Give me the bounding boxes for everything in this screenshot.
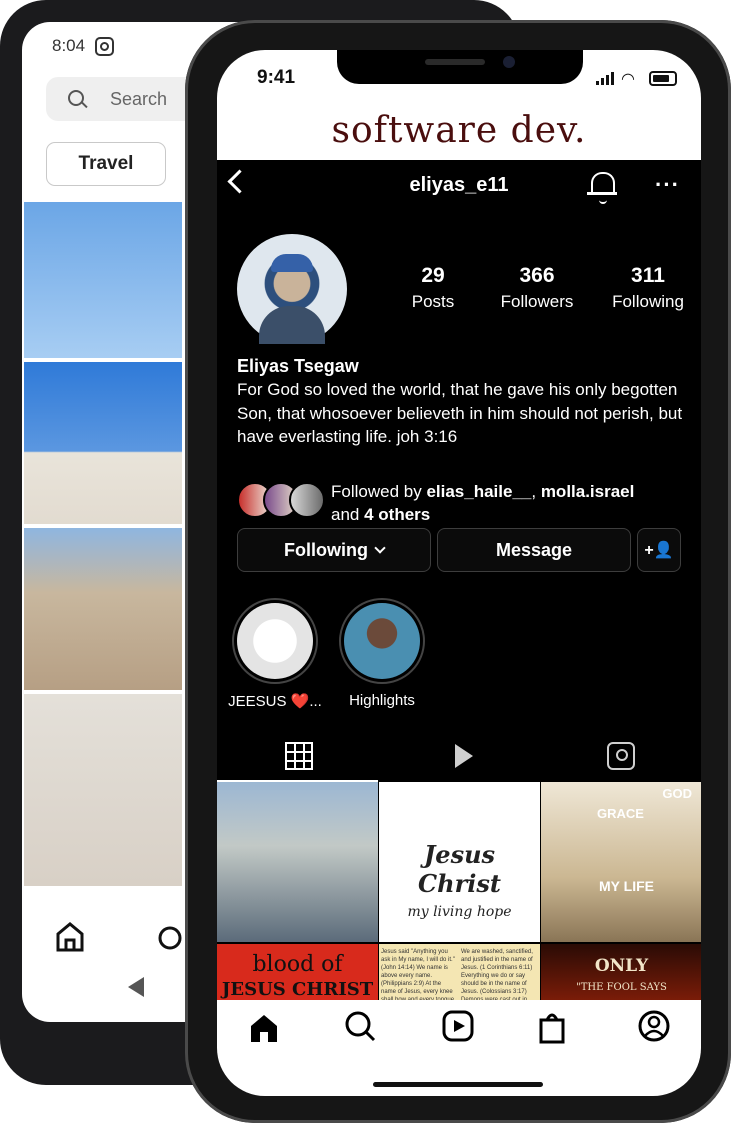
highlight-highlights[interactable]: Highlights (332, 598, 432, 709)
and-text: and (331, 505, 365, 524)
status-time: 9:41 (257, 67, 296, 88)
search-icon (68, 90, 84, 106)
highlight-cover (237, 603, 313, 679)
home-icon (56, 922, 84, 952)
highlight-jeesus[interactable]: JEESUS ❤️... (225, 598, 325, 710)
search-icon (158, 926, 182, 950)
android-back-icon[interactable] (128, 977, 144, 997)
notch (337, 50, 583, 84)
follower-link[interactable]: elias_haile__ (426, 482, 531, 501)
posts-count: 29 (421, 264, 445, 287)
reels-icon[interactable] (449, 742, 477, 770)
post-subtitle: my living hope (407, 904, 512, 920)
followed-by-prefix: Followed by (331, 482, 427, 501)
verse-column: We are washed, sanctified, and justified… (461, 949, 533, 1000)
post-text: ONLY (594, 956, 649, 976)
phone-screen: 9:41 ◠ software dev. eliyas_e11 ··· 29 P… (217, 50, 701, 1096)
profile-header: eliyas_e11 ··· (217, 160, 701, 212)
stat-followers[interactable]: 366 Followers (487, 264, 587, 312)
back-status-bar: 8:04 (52, 36, 115, 56)
camera (503, 56, 515, 68)
post-text: blood of (252, 952, 343, 977)
verse-column: Jesus said "Anything you ask in My name,… (381, 949, 455, 1000)
instagram-icon (95, 36, 115, 56)
add-user-button[interactable]: +👤 (637, 528, 681, 572)
username: eliyas_e11 (409, 174, 509, 196)
meme-text: GOD (662, 786, 692, 801)
stat-posts[interactable]: 29 Posts (393, 264, 473, 312)
front-phone: 9:41 ◠ software dev. eliyas_e11 ··· 29 P… (185, 20, 731, 1123)
home-indicator[interactable] (373, 1082, 543, 1087)
avatar-body (259, 306, 325, 344)
highlight-label: JEESUS ❤️... (228, 693, 322, 710)
travel-chip[interactable]: Travel (46, 142, 166, 186)
follower-avatar (289, 482, 325, 518)
message-button[interactable]: Message (437, 528, 631, 572)
highlight-cover (344, 603, 420, 679)
search-icon (345, 1011, 371, 1037)
explore-tile[interactable] (24, 362, 182, 524)
wifi-icon: ◠ (621, 71, 635, 88)
highlight-ring (339, 598, 425, 684)
post-grace-meme[interactable]: GOD GRACE MY LIFE (541, 782, 701, 942)
posts-grid: Jesus Christ my living hope GOD GRACE MY… (217, 782, 701, 1000)
post-blood-of-jesus[interactable]: blood of JESUS CHRIST (217, 944, 378, 1000)
shop-icon (539, 1018, 565, 1044)
explore-tile[interactable] (24, 528, 182, 690)
post-jesus-christ[interactable]: Jesus Christ my living hope (379, 782, 540, 942)
highlight-label: Highlights (349, 692, 415, 709)
meme-text: MY LIFE (599, 878, 654, 894)
speaker (425, 59, 485, 65)
more-icon[interactable]: ··· (655, 172, 680, 198)
post-text: JESUS CHRIST (221, 979, 374, 1000)
following-label: Following (612, 292, 684, 311)
separator: , (531, 482, 541, 501)
bell-icon[interactable] (587, 172, 617, 204)
follower-link[interactable]: molla.israel (541, 482, 635, 501)
profile-tabs (217, 730, 701, 782)
others-link[interactable]: 4 others (364, 505, 430, 524)
posts-label: Posts (411, 292, 455, 311)
avatar[interactable] (237, 234, 347, 344)
chevron-down-icon (374, 542, 386, 554)
back-search-placeholder: Search (110, 89, 168, 109)
tagged-icon[interactable] (607, 742, 635, 770)
following-button[interactable]: Following (237, 528, 431, 572)
following-count: 311 (631, 264, 665, 287)
grid-icon[interactable] (285, 742, 313, 770)
profile-name: Eliyas Tsegaw (237, 356, 359, 376)
explore-tile[interactable] (24, 694, 182, 886)
followed-by-text: Followed by elias_haile__, molla.israel … (331, 480, 634, 526)
back-nav-icons (56, 922, 182, 952)
back-time: 8:04 (52, 36, 86, 55)
post-verses[interactable]: Jesus said "Anything you ask in My name,… (379, 944, 540, 1000)
avatar-cap (271, 254, 313, 272)
post-text: "THE FOOL SAYS (576, 982, 667, 993)
highlight-ring (232, 598, 318, 684)
bottom-nav-icons (251, 1010, 670, 1044)
battery-icon (649, 71, 677, 86)
explore-tile[interactable] (24, 202, 182, 358)
following-label: Following (284, 539, 368, 560)
post-portrait[interactable] (217, 782, 378, 942)
stat-following[interactable]: 311 Following (595, 264, 701, 312)
meme-text: GRACE (597, 806, 644, 821)
followers-count: 366 (519, 264, 555, 287)
post-title: Jesus Christ (418, 840, 501, 898)
post-only[interactable]: ONLY "THE FOOL SAYS (541, 944, 701, 1000)
back-bottom-nav (22, 892, 182, 972)
banner-title: software dev. (217, 102, 701, 160)
profile-bio: For God so loved the world, that he gave… (237, 380, 683, 446)
followers-label: Followers (500, 292, 574, 311)
followed-by[interactable]: Followed by elias_haile__, molla.israel … (237, 482, 687, 534)
signal-icon (596, 72, 614, 85)
